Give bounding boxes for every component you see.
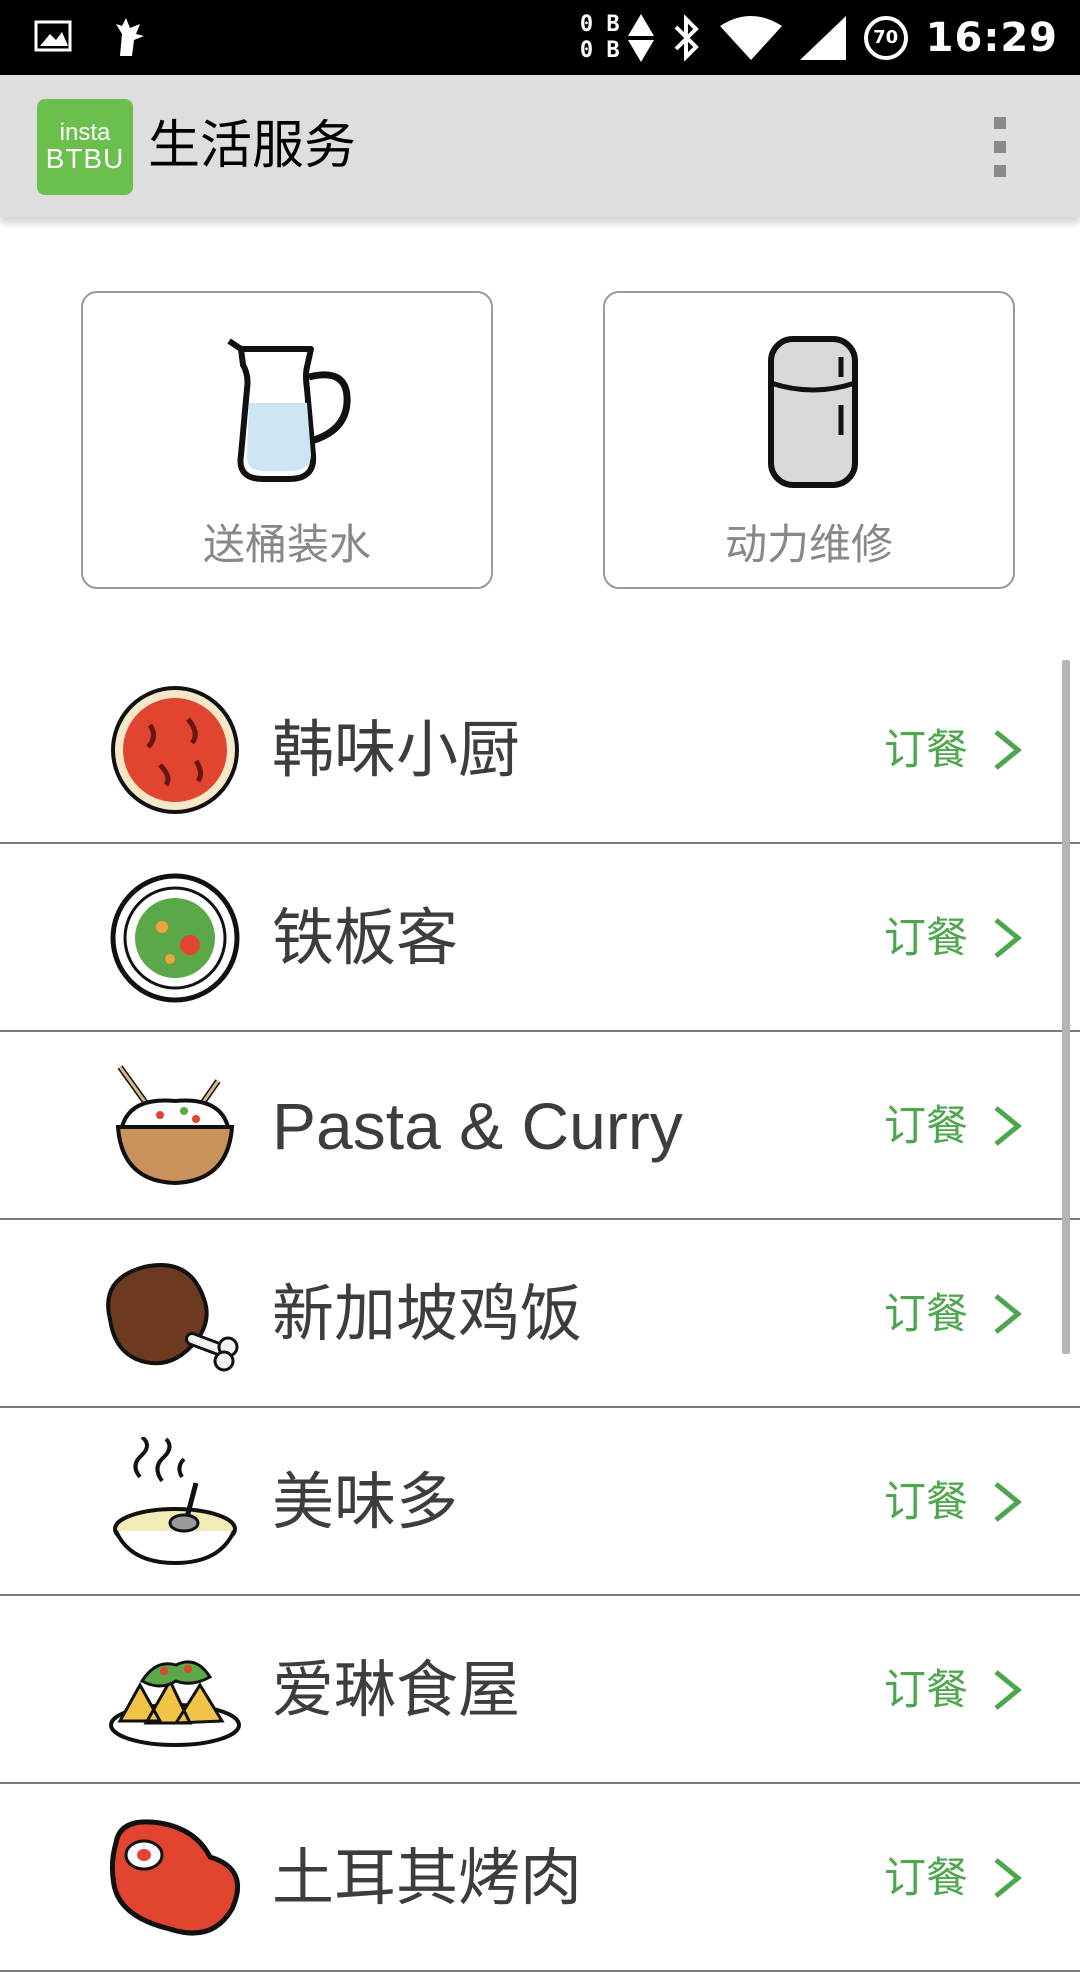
order-label: 订餐 [884,725,969,774]
list-item[interactable]: 铁板客 订餐 [0,844,1080,1032]
restaurant-list: 韩味小厨 订餐 铁板客 订餐 Pasta & Curry 订餐 新加坡鸡饭 订餐… [0,656,1080,1972]
order-label: 订餐 [884,1289,969,1338]
status-bar: 0 B 0 B 70 16:29 [0,0,1080,75]
rice-bowl-icon [115,1065,235,1186]
order-label: 订餐 [884,1101,969,1150]
upload-arrow-icon [627,13,654,36]
restaurant-name: 爱琳食屋 [272,1653,521,1726]
chicken-leg-icon [106,1263,239,1372]
steak-icon [109,1819,241,1936]
download-arrow-icon [627,39,654,62]
restaurant-name: Pasta & Curry [272,1089,683,1163]
clock: 16:29 [925,14,1058,61]
order-label: 订餐 [884,913,969,962]
app-notification-icon [116,18,144,56]
salad-plate-icon [110,873,240,1003]
chevron-right-icon [994,730,1022,770]
soup-bowl-icon [113,1437,237,1566]
nachos-icon [109,1660,241,1747]
net-down-value: 0 B [579,37,620,63]
chevron-right-icon [994,1294,1022,1334]
service-label-water: 送桶装水 [202,520,371,569]
restaurant-name: 新加坡鸡饭 [272,1277,583,1350]
service-label-repair: 动力维修 [724,520,893,569]
logo-text-bottom: BTBU [45,143,125,174]
app-bar: insta BTBU 生活服务 [0,75,1080,217]
water-pitcher-icon [227,338,351,482]
order-label: 订餐 [884,1853,969,1902]
chevron-right-icon [994,918,1022,958]
bluetooth-icon [674,14,699,61]
scrollbar[interactable] [1062,660,1070,1354]
cell-signal-icon [799,15,846,60]
service-card-water[interactable]: 送桶装水 [81,291,493,589]
chevron-right-icon [994,1482,1022,1522]
chevron-right-icon [994,1858,1022,1898]
restaurant-name: 土耳其烤肉 [272,1841,583,1914]
list-item[interactable]: 韩味小厨 订餐 [0,656,1080,844]
battery-level: 70 [873,27,899,48]
overflow-menu-icon[interactable] [990,117,1010,177]
refrigerator-icon [768,336,858,488]
restaurant-name: 铁板客 [272,901,459,974]
list-item[interactable]: 爱琳食屋 订餐 [0,1596,1080,1784]
list-item[interactable]: 新加坡鸡饭 订餐 [0,1220,1080,1408]
list-item[interactable]: Pasta & Curry 订餐 [0,1032,1080,1220]
service-card-repair[interactable]: 动力维修 [603,291,1015,589]
list-item[interactable]: 美味多 订餐 [0,1408,1080,1596]
service-section: 送桶装水 动力维修 [0,217,1080,637]
restaurant-name: 韩味小厨 [272,713,521,786]
chevron-right-icon [994,1106,1022,1146]
gallery-icon [34,20,72,52]
order-label: 订餐 [884,1665,969,1714]
app-logo[interactable]: insta BTBU [37,99,133,195]
net-up-value: 0 B [579,11,620,37]
wifi-icon [719,15,782,60]
page-title: 生活服务 [148,116,357,176]
list-item[interactable]: 土耳其烤肉 订餐 [0,1784,1080,1972]
chevron-right-icon [994,1670,1022,1710]
pizza-icon [111,686,239,814]
order-label: 订餐 [884,1477,969,1526]
battery-icon: 70 [863,15,908,60]
restaurant-name: 美味多 [272,1465,459,1538]
network-speed: 0 B 0 B [580,12,654,64]
logo-text-top: insta [59,119,111,146]
